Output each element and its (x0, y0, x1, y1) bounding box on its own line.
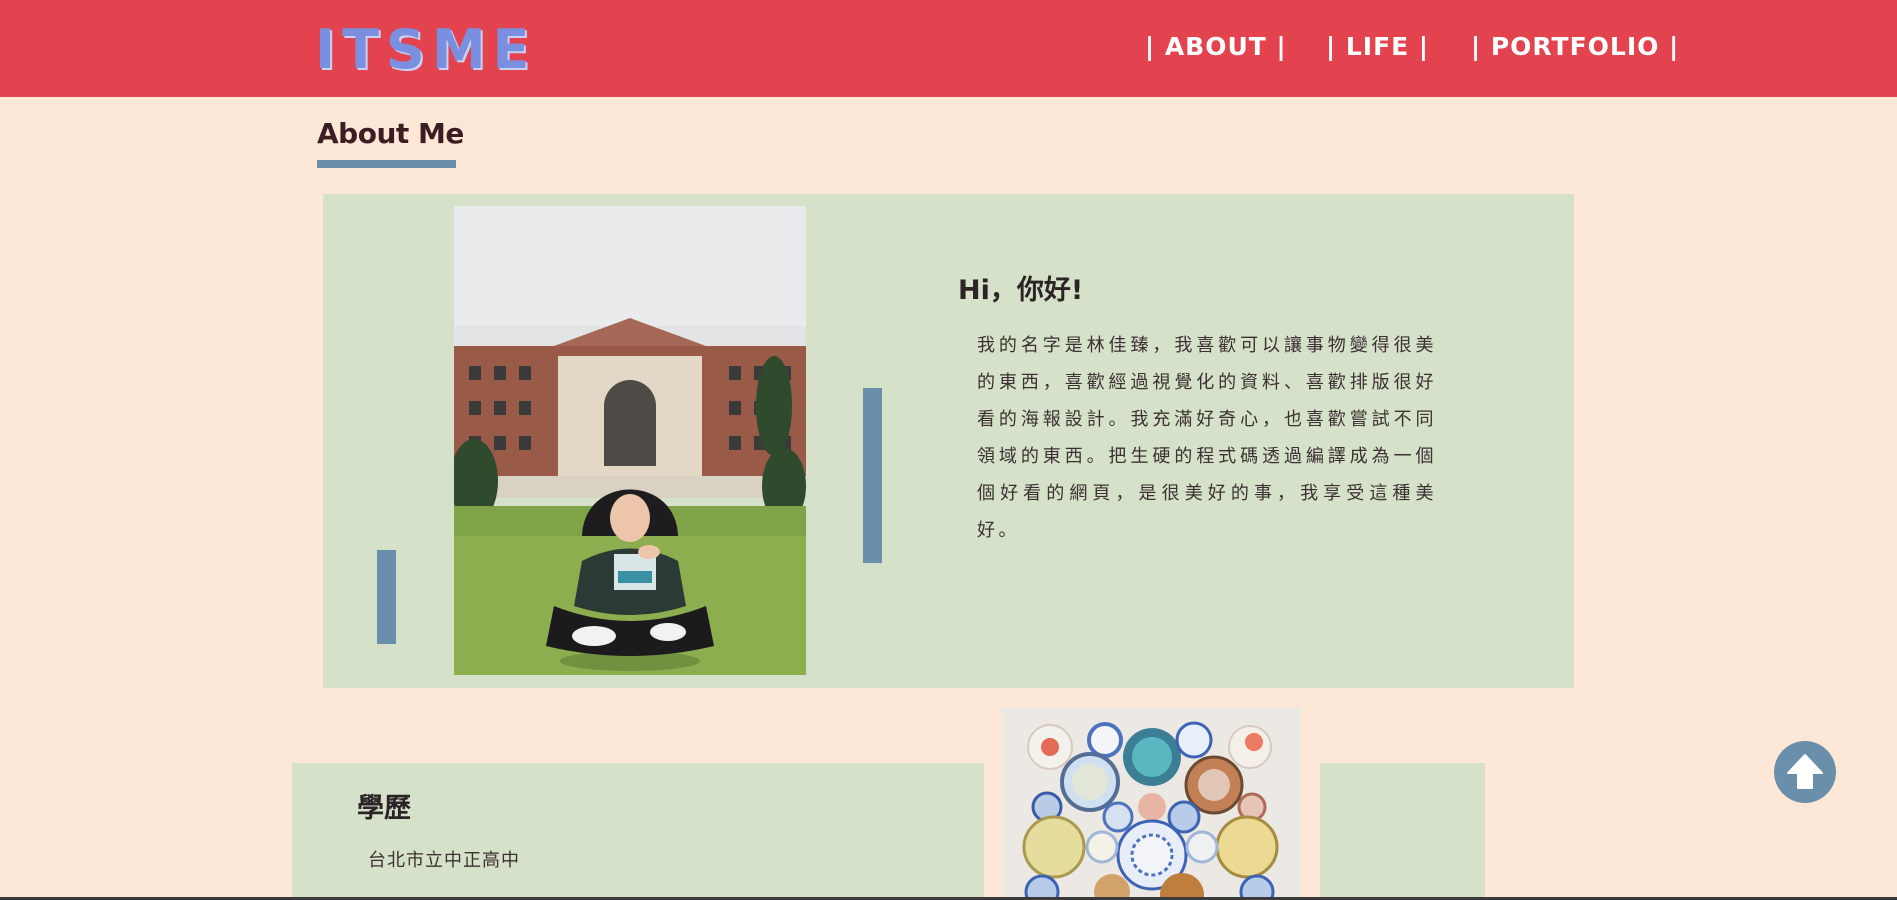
bio-text: 我的名字是林佳臻，我喜歡可以讓事物變得很美的東西，喜歡經過視覺化的資料、喜歡排版… (977, 335, 1437, 541)
plates-photo (1002, 707, 1301, 900)
decorative-block (1320, 763, 1485, 900)
arrow-up-icon (1787, 754, 1823, 789)
about-section-title: About Me (317, 117, 464, 150)
education-card (292, 763, 984, 900)
profile-photo (454, 206, 806, 675)
title-underline (317, 160, 456, 168)
education-item: 台北市立中正高中 (368, 850, 520, 871)
site-header: ITSME | ABOUT | | LIFE | | PORTFOLIO | (0, 0, 1897, 97)
education-title: 學歷 (357, 793, 411, 824)
nav-link-life[interactable]: | LIFE | (1326, 30, 1429, 64)
decorative-bar (377, 550, 396, 644)
nav-link-about[interactable]: | ABOUT | (1145, 30, 1287, 64)
nav-link-portfolio[interactable]: | PORTFOLIO | (1471, 30, 1679, 64)
main-nav: | ABOUT | | LIFE | | PORTFOLIO | (0, 30, 1897, 70)
back-to-top-button[interactable] (1774, 741, 1836, 803)
greeting-heading: Hi，你好! (958, 275, 1084, 306)
decorative-bar (863, 388, 882, 563)
